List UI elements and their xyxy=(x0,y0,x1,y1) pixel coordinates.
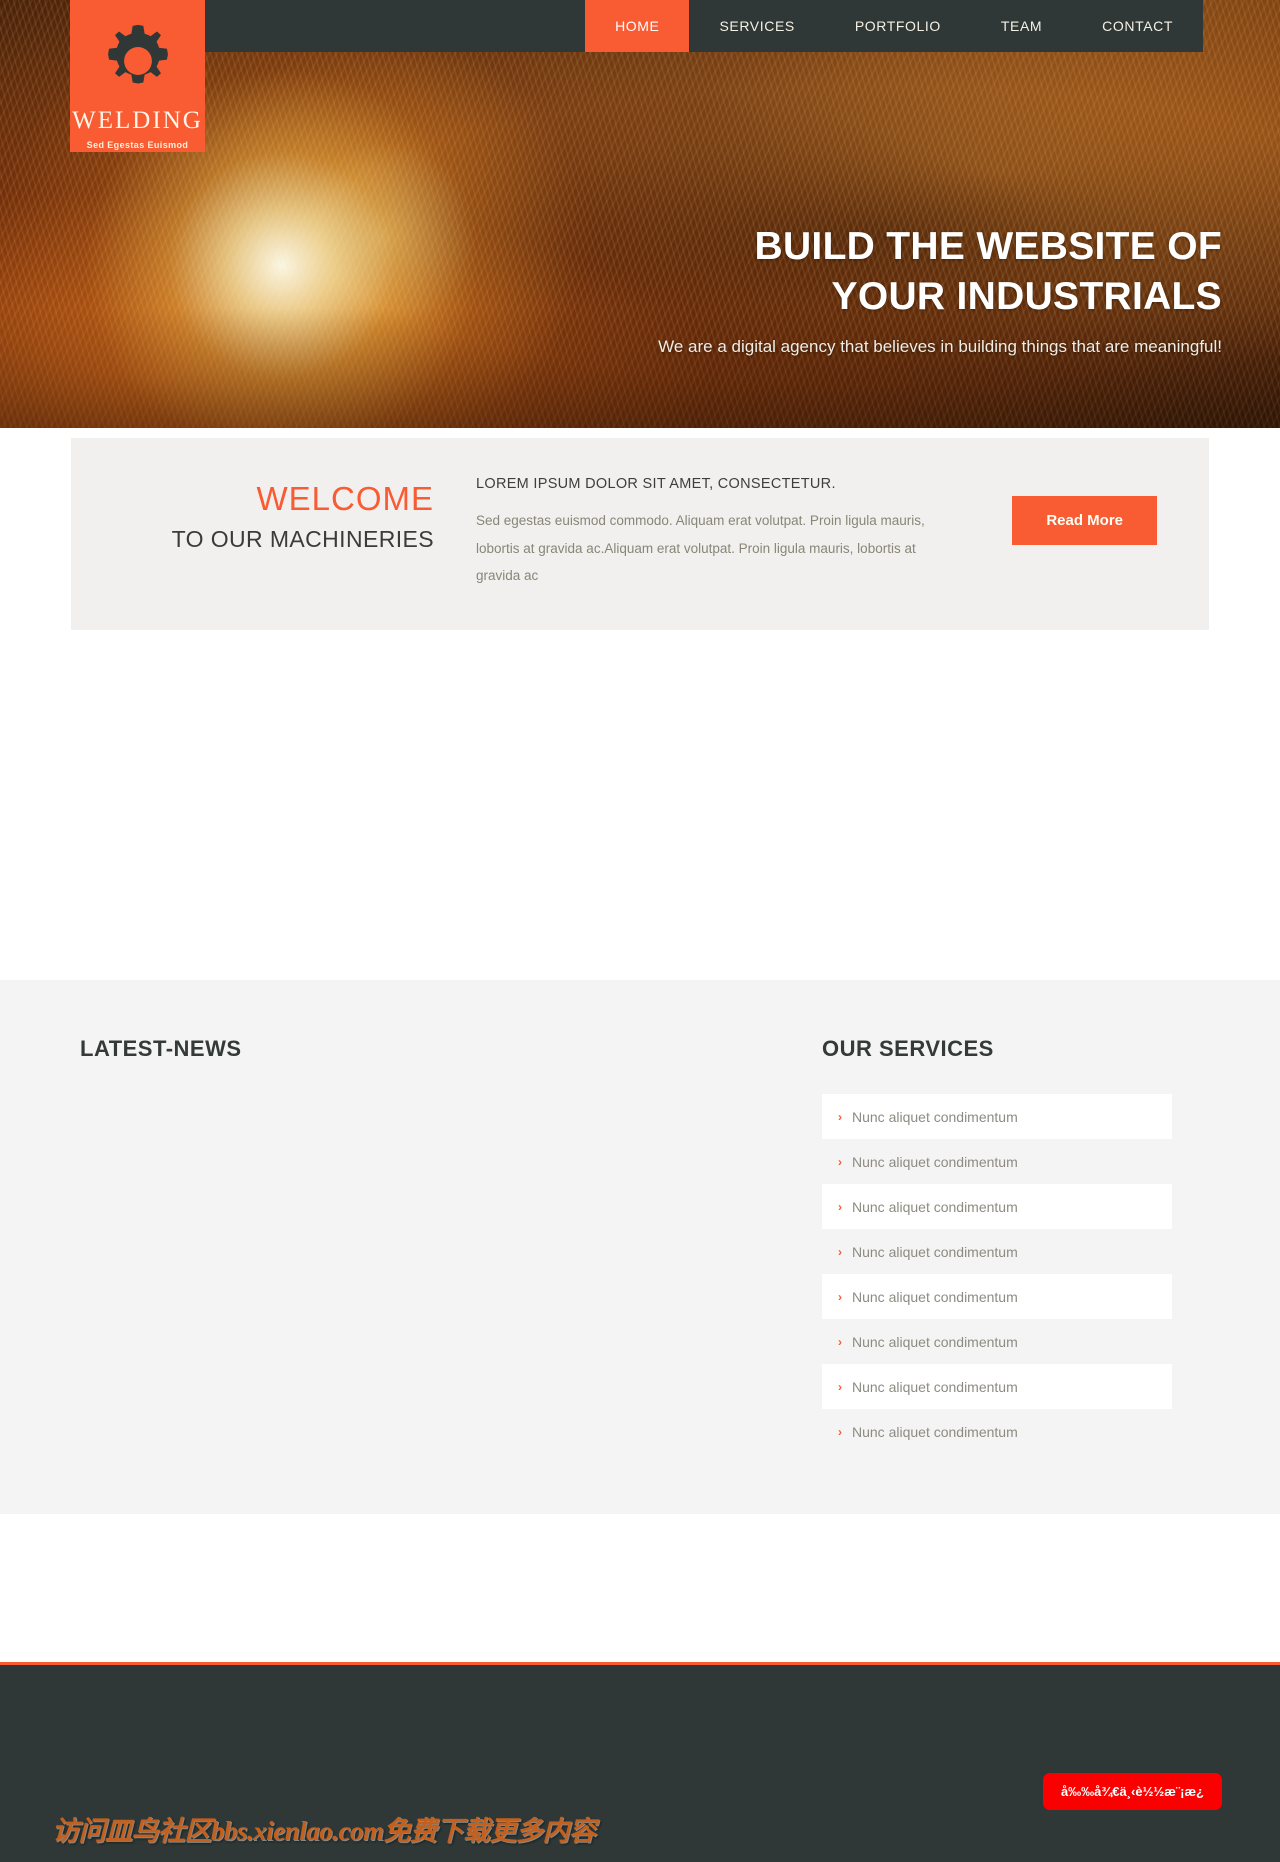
list-item-label: Nunc aliquet condimentum xyxy=(852,1378,1018,1395)
logo-name: WELDING xyxy=(72,107,203,134)
lower-section: LATEST-NEWS OUR SERVICES › Nunc aliquet … xyxy=(0,980,1280,1515)
our-services-column: OUR SERVICES › Nunc aliquet condimentum … xyxy=(690,1036,1210,1454)
hero-title-line-2: YOUR INDUSTRIALS xyxy=(831,274,1222,318)
list-item[interactable]: › Nunc aliquet condimentum xyxy=(822,1409,1172,1454)
chevron-right-icon: › xyxy=(838,1199,842,1214)
list-item[interactable]: › Nunc aliquet condimentum xyxy=(822,1229,1172,1274)
list-item[interactable]: › Nunc aliquet condimentum xyxy=(822,1184,1172,1230)
welcome-subtitle: TO OUR MACHINERIES xyxy=(171,525,434,552)
hero-section: WELDING Sed Egestas Euismod HOME SERVICE… xyxy=(0,0,1280,428)
main-navigation: HOME SERVICES PORTFOLIO TEAM CONTACT xyxy=(205,0,1203,52)
lower-inner: LATEST-NEWS OUR SERVICES › Nunc aliquet … xyxy=(70,1036,1210,1454)
nav-item-services[interactable]: SERVICES xyxy=(689,0,824,52)
content-spacer xyxy=(0,630,1280,981)
nav-item-portfolio[interactable]: PORTFOLIO xyxy=(825,0,971,52)
chevron-right-icon: › xyxy=(838,1289,842,1304)
welcome-section: WELCOME TO OUR MACHINERIES LOREM IPSUM D… xyxy=(0,428,1280,631)
footer-gap xyxy=(0,1514,1280,1663)
list-item-label: Nunc aliquet condimentum xyxy=(852,1198,1018,1215)
list-item[interactable]: › Nunc aliquet condimentum xyxy=(822,1364,1172,1410)
download-badge[interactable]: å‰‰å¾€ä¸‹è½½æ¨¡æ¿ xyxy=(1042,1773,1222,1811)
chevron-right-icon: › xyxy=(838,1334,842,1349)
chevron-right-icon: › xyxy=(838,1244,842,1259)
welcome-copy: LOREM IPSUM DOLOR SIT AMET, CONSECTETUR.… xyxy=(468,476,957,590)
latest-news-heading: LATEST-NEWS xyxy=(80,1036,242,1062)
list-item-label: Nunc aliquet condimentum xyxy=(852,1423,1018,1440)
logo-tagline: Sed Egestas Euismod xyxy=(86,140,189,150)
nav-item-home[interactable]: HOME xyxy=(585,0,690,52)
list-item-label: Nunc aliquet condimentum xyxy=(852,1243,1018,1260)
chevron-right-icon: › xyxy=(838,1379,842,1394)
nav-item-contact[interactable]: CONTACT xyxy=(1072,0,1203,52)
list-item[interactable]: › Nunc aliquet condimentum xyxy=(822,1139,1172,1184)
read-more-button[interactable]: Read More xyxy=(1012,496,1157,545)
welcome-cta-wrap: Read More xyxy=(957,476,1157,545)
chevron-right-icon: › xyxy=(838,1109,842,1124)
list-item-label: Nunc aliquet condimentum xyxy=(852,1108,1018,1125)
site-logo[interactable]: WELDING Sed Egestas Euismod xyxy=(70,0,205,152)
welcome-lead-text: LOREM IPSUM DOLOR SIT AMET, CONSECTETUR. xyxy=(476,476,836,492)
list-item[interactable]: › Nunc aliquet condimentum xyxy=(822,1319,1172,1364)
nav-item-team[interactable]: TEAM xyxy=(971,0,1072,52)
gear-icon xyxy=(107,24,168,84)
hero-text-block: BUILD THE WEBSITE OF YOUR INDUSTRIALS We… xyxy=(502,222,1222,360)
welcome-body-text: Sed egestas euismod commodo. Aliquam era… xyxy=(476,513,925,584)
chevron-right-icon: › xyxy=(838,1154,842,1169)
our-services-heading: OUR SERVICES xyxy=(822,1036,994,1062)
welcome-panel: WELCOME TO OUR MACHINERIES LOREM IPSUM D… xyxy=(71,438,1209,631)
list-item-label: Nunc aliquet condimentum xyxy=(852,1153,1018,1170)
services-list: › Nunc aliquet condimentum › Nunc alique… xyxy=(822,1094,1172,1454)
list-item-label: Nunc aliquet condimentum xyxy=(852,1288,1018,1305)
hero-title-line-1: BUILD THE WEBSITE OF xyxy=(754,225,1222,268)
site-footer: 访问皿鸟社区bbs.xienlao.com免费下载更多内容 å‰‰å¾€ä¸‹è… xyxy=(0,1662,1280,1862)
welcome-headings: WELCOME TO OUR MACHINERIES xyxy=(123,476,468,553)
list-item[interactable]: › Nunc aliquet condimentum xyxy=(822,1094,1172,1140)
list-item-label: Nunc aliquet condimentum xyxy=(852,1333,1018,1350)
hero-subtitle: We are a digital agency that believes in… xyxy=(658,336,1222,356)
chevron-right-icon: › xyxy=(838,1424,842,1439)
latest-news-column: LATEST-NEWS xyxy=(70,1036,690,1112)
watermark-text: 访问皿鸟社区bbs.xienlao.com免费下载更多内容 xyxy=(52,1816,596,1847)
list-item[interactable]: › Nunc aliquet condimentum xyxy=(822,1274,1172,1320)
welcome-title: WELCOME xyxy=(256,480,434,517)
